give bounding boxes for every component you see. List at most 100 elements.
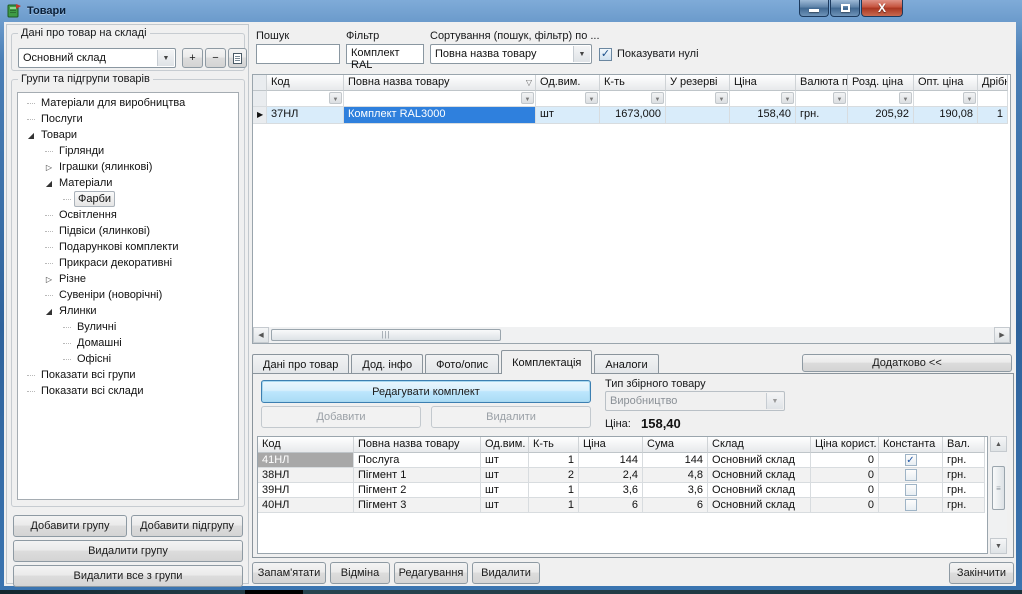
show-zeros-toggle[interactable]: ✓ Показувати нулі: [599, 44, 699, 64]
filter-dropdown-icon[interactable]: ▼: [585, 92, 598, 104]
cell-sum[interactable]: 144: [643, 453, 708, 468]
cell-name[interactable]: Пігмент 1: [354, 468, 481, 483]
column-header[interactable]: Повна назва товару▽: [344, 75, 536, 91]
cell-currency[interactable]: грн.: [943, 453, 985, 468]
cell-name[interactable]: Пігмент 3: [354, 498, 481, 513]
tree-item[interactable]: Освітлення: [18, 207, 238, 223]
cell-warehouse[interactable]: Основний склад: [708, 453, 811, 468]
vertical-scrollbar[interactable]: ▲ ≡ ▼: [990, 436, 1007, 554]
tree-item[interactable]: Прикраси декоративні: [18, 255, 238, 271]
filter-cell[interactable]: ▼: [536, 91, 600, 107]
scroll-right-icon[interactable]: ▶: [994, 327, 1010, 343]
tab-kit-contents[interactable]: Комплектація: [501, 350, 592, 374]
tree-item[interactable]: Матеріали для виробництва: [18, 95, 238, 111]
column-header[interactable]: Сума: [643, 437, 708, 453]
tree-item[interactable]: Показати всі групи: [18, 367, 238, 383]
cell-user-price[interactable]: 0: [811, 453, 879, 468]
cell-user-price[interactable]: 0: [811, 483, 879, 498]
additional-button[interactable]: Додатково <<: [802, 354, 1012, 372]
filter-cell[interactable]: ▼: [796, 91, 848, 107]
minimize-button[interactable]: [799, 0, 829, 17]
tab-product-data[interactable]: Дані про товар: [252, 354, 349, 374]
filter-dropdown-icon[interactable]: ▼: [521, 92, 534, 104]
horizontal-scrollbar[interactable]: ◀ ||| ▶: [253, 327, 1010, 343]
cell-wholesale-price[interactable]: 190,08: [914, 107, 978, 124]
cell-unit[interactable]: шт: [536, 107, 600, 124]
cell-code-selected[interactable]: 41НЛ: [258, 453, 354, 468]
filter-input[interactable]: Комплект RAL: [346, 44, 424, 64]
cell-price[interactable]: 144: [579, 453, 643, 468]
filter-cell[interactable]: ▼: [600, 91, 666, 107]
kit-type-select[interactable]: Виробництво ▼: [605, 391, 785, 411]
filter-dropdown-icon[interactable]: ▼: [833, 92, 846, 104]
tree-item[interactable]: ◢Товари: [18, 127, 238, 143]
add-group-button[interactable]: Добавити групу: [13, 515, 127, 537]
add-subgroup-button[interactable]: Добавити підгрупу: [131, 515, 243, 537]
column-header[interactable]: Дрібні: [978, 75, 1008, 91]
product-row[interactable]: ▶ 37НЛ Комплект RAL3000 шт 1673,000 158,…: [253, 107, 1010, 124]
tree-item[interactable]: Подарункові комплекти: [18, 239, 238, 255]
tree-expanded-icon[interactable]: ◢: [42, 179, 56, 188]
cell-price[interactable]: 2,4: [579, 468, 643, 483]
save-button[interactable]: Запам'ятати: [252, 562, 326, 584]
checkbox-unchecked-icon[interactable]: [905, 484, 917, 496]
scroll-up-icon[interactable]: ▲: [990, 436, 1007, 452]
remove-warehouse-button[interactable]: −: [205, 48, 226, 68]
tree-expanded-icon[interactable]: ◢: [24, 131, 38, 140]
filter-dropdown-icon[interactable]: ▼: [329, 92, 342, 104]
delete-button[interactable]: Видалити: [472, 562, 540, 584]
column-header[interactable]: Константа: [879, 437, 943, 453]
component-row[interactable]: 38НЛ Пігмент 1 шт 2 2,4 4,8 Основний скл…: [258, 468, 987, 483]
chevron-down-icon[interactable]: ▼: [157, 50, 174, 66]
search-input[interactable]: [256, 44, 340, 64]
edit-button[interactable]: Редагування: [394, 562, 468, 584]
column-header[interactable]: Од.вим.: [536, 75, 600, 91]
cell-price[interactable]: 3,6: [579, 483, 643, 498]
cell-code[interactable]: 37НЛ: [267, 107, 344, 124]
filter-cell[interactable]: ▼: [344, 91, 536, 107]
component-row[interactable]: 39НЛ Пігмент 2 шт 1 3,6 3,6 Основний скл…: [258, 483, 987, 498]
cell-name[interactable]: Пігмент 2: [354, 483, 481, 498]
chevron-down-icon[interactable]: ▼: [573, 46, 590, 62]
close-button[interactable]: X: [861, 0, 903, 17]
tab-analogs[interactable]: Аналоги: [594, 354, 658, 374]
maximize-button[interactable]: [830, 0, 860, 17]
column-header[interactable]: Опт. ціна: [914, 75, 978, 91]
column-header[interactable]: К-ть: [600, 75, 666, 91]
cell-user-price[interactable]: 0: [811, 468, 879, 483]
tree-item[interactable]: Гірлянди: [18, 143, 238, 159]
column-header[interactable]: Ціна: [579, 437, 643, 453]
tree-item[interactable]: Офісні: [18, 351, 238, 367]
tree-item[interactable]: Послуги: [18, 111, 238, 127]
cell-price[interactable]: 6: [579, 498, 643, 513]
cell-warehouse[interactable]: Основний склад: [708, 498, 811, 513]
delete-all-from-group-button[interactable]: Видалити все з групи: [13, 565, 243, 587]
filter-dropdown-icon[interactable]: ▼: [715, 92, 728, 104]
cell-code[interactable]: 38НЛ: [258, 468, 354, 483]
filter-dropdown-icon[interactable]: ▼: [899, 92, 912, 104]
cell-currency[interactable]: грн.: [943, 498, 985, 513]
filter-dropdown-icon[interactable]: ▼: [781, 92, 794, 104]
column-header[interactable]: Склад: [708, 437, 811, 453]
cell-small-price[interactable]: 1: [978, 107, 1008, 124]
tree-item[interactable]: Підвіси (ялинкові): [18, 223, 238, 239]
cell-sum[interactable]: 4,8: [643, 468, 708, 483]
add-warehouse-button[interactable]: +: [182, 48, 203, 68]
cell-unit[interactable]: шт: [481, 468, 529, 483]
column-header[interactable]: Од.вим.: [481, 437, 529, 453]
column-header[interactable]: Код: [267, 75, 344, 91]
checkbox-unchecked-icon[interactable]: [905, 499, 917, 511]
filter-cell[interactable]: [978, 91, 1008, 107]
filter-cell[interactable]: ▼: [666, 91, 730, 107]
tree-item[interactable]: Домашні: [18, 335, 238, 351]
filter-dropdown-icon[interactable]: ▼: [963, 92, 976, 104]
tree-item[interactable]: ▷Іграшки (ялинкові): [18, 159, 238, 175]
tree-item[interactable]: Сувеніри (новорічні): [18, 287, 238, 303]
cell-sum[interactable]: 6: [643, 498, 708, 513]
tree-collapsed-icon[interactable]: ▷: [42, 163, 56, 172]
tree-item-selected[interactable]: Фарби: [18, 191, 238, 207]
cell-unit[interactable]: шт: [481, 453, 529, 468]
cell-currency[interactable]: грн.: [796, 107, 848, 124]
tree-item[interactable]: ◢Ялинки: [18, 303, 238, 319]
column-header[interactable]: Розд. ціна: [848, 75, 914, 91]
